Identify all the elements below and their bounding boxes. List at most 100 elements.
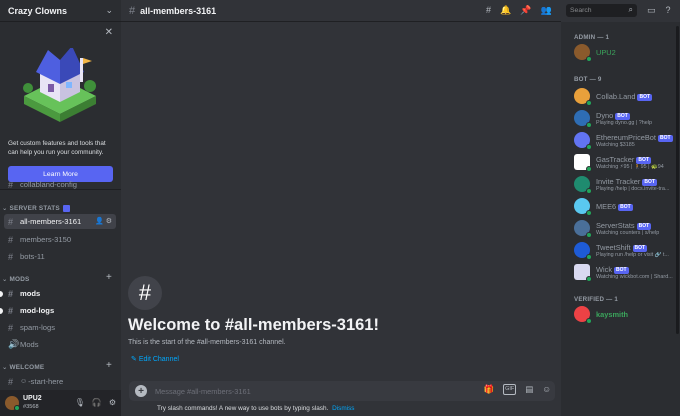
channel-label: mod-logs xyxy=(20,306,55,315)
bell-icon[interactable]: 🔔 xyxy=(500,5,511,16)
help-icon[interactable]: ? xyxy=(666,5,671,16)
category-server-stats[interactable]: ⌄ SERVER STATS xyxy=(2,202,118,214)
add-channel-icon[interactable]: + xyxy=(106,272,112,283)
channel-members-3150[interactable]: # members-3150 xyxy=(4,232,116,247)
member-gastracker[interactable]: GasTracker BOT Watching ⚡95 | 🚶95 | 🐢94 xyxy=(574,152,676,172)
user-names: UPU2 #3568 xyxy=(23,395,42,411)
role-header-admin: ADMIN — 1 xyxy=(574,34,610,41)
add-member-icon[interactable]: 👤 xyxy=(95,218,104,225)
microphone-icon[interactable]: 🎙 xyxy=(75,398,85,407)
member-name: Invite Tracker BOT xyxy=(596,177,657,186)
headphones-icon[interactable]: 🎧 xyxy=(92,398,102,407)
member-activity: Watching $3185 xyxy=(596,142,635,148)
channel-start-here[interactable]: # ☺ -start-here xyxy=(4,374,116,389)
house-illustration xyxy=(23,48,96,122)
composer-toolbar: 🎁 GIF ▤ ☺ xyxy=(484,384,551,395)
avatar xyxy=(574,154,592,172)
gear-icon[interactable]: ⚙ xyxy=(106,218,112,225)
edit-channel-link[interactable]: ✎ Edit Channel xyxy=(131,355,179,363)
gift-icon[interactable]: 🎁 xyxy=(484,384,495,395)
chart-emoji-icon xyxy=(62,204,70,212)
channel-mods[interactable]: # mods xyxy=(0,286,116,301)
online-status-icon xyxy=(586,188,592,194)
threads-icon[interactable]: # xyxy=(486,5,491,16)
online-status-icon xyxy=(586,144,592,150)
member-list: ADMIN — 1 UPU2 BOT — 9 Collab.Land BOT Dy… xyxy=(561,22,680,416)
search-icon: ⌕ xyxy=(628,5,633,14)
member-collab-land[interactable]: Collab.Land BOT xyxy=(574,86,676,106)
gear-icon[interactable]: ⚙ xyxy=(109,398,116,407)
category-label: SERVER STATS xyxy=(9,204,60,212)
channel-label: mods xyxy=(20,289,41,298)
close-icon[interactable]: ✕ xyxy=(105,27,113,38)
avatar xyxy=(574,110,592,128)
message-composer[interactable]: + Message #all-members-3161 🎁 GIF ▤ ☺ xyxy=(129,381,555,401)
community-promo-card: ✕ Get custom features and tools that can… xyxy=(0,22,121,190)
member-ethereumpricebot[interactable]: EthereumPriceBot BOT Watching $3185 xyxy=(574,130,676,150)
header-right-toolbar: ▭ ? xyxy=(647,5,671,16)
member-name: ServerStats BOT xyxy=(596,221,652,230)
role-header-bot: BOT — 9 xyxy=(574,76,602,83)
channel-mod-logs[interactable]: # mod-logs xyxy=(0,303,116,318)
dismiss-link[interactable]: Dismiss xyxy=(332,405,354,412)
online-status-icon xyxy=(586,210,592,216)
category-welcome[interactable]: ⌄ WELCOME + xyxy=(2,360,118,373)
channel-spam-logs[interactable]: # spam-logs xyxy=(4,320,116,335)
member-wick[interactable]: Wick BOT Watching wickbot.com | Shard... xyxy=(574,262,676,282)
chevron-down-icon: ⌄ xyxy=(2,276,10,283)
online-status-icon xyxy=(586,254,592,260)
user-tag: #3568 xyxy=(23,404,39,410)
hash-icon: # xyxy=(8,305,14,316)
category-label: WELCOME xyxy=(9,363,45,371)
member-upu2[interactable]: UPU2 xyxy=(574,42,676,62)
hash-icon: # xyxy=(8,376,14,387)
message-input[interactable]: Message #all-members-3161 xyxy=(155,387,251,396)
channel-bots-11[interactable]: # bots-11 xyxy=(4,249,116,264)
emoji-icon[interactable]: ☺ xyxy=(542,384,551,395)
category-mods[interactable]: ⌄ MODS + xyxy=(2,272,118,285)
member-name: GasTracker BOT xyxy=(596,155,651,164)
channel-collabland-config[interactable]: # collabland-config xyxy=(4,177,116,192)
clown-emoji-icon: ☺ xyxy=(20,378,28,385)
add-channel-icon[interactable]: + xyxy=(106,360,112,371)
search-input[interactable]: Search ⌕ xyxy=(566,4,637,17)
promo-text: Get custom features and tools that can h… xyxy=(8,140,106,156)
add-attachment-icon[interactable]: + xyxy=(135,385,147,397)
channel-hash-badge-icon: # xyxy=(128,276,162,310)
member-list-scrollbar[interactable] xyxy=(676,26,679,334)
avatar[interactable] xyxy=(5,396,20,411)
member-tweetshift[interactable]: TweetShift BOT Playing run /help or visit… xyxy=(574,240,676,260)
online-status-icon xyxy=(586,122,592,128)
pin-icon[interactable]: 📌 xyxy=(520,5,531,16)
inbox-icon[interactable]: ▭ xyxy=(647,5,656,16)
online-status-icon xyxy=(586,100,592,106)
gif-icon[interactable]: GIF xyxy=(503,384,517,395)
bot-badge: BOT xyxy=(637,94,653,101)
member-activity: Playing run /help or visit 🔗 t... xyxy=(596,252,669,258)
online-status-icon xyxy=(586,232,592,238)
bot-badge: BOT xyxy=(636,157,651,164)
avatar xyxy=(574,264,592,282)
bot-badge: BOT xyxy=(614,267,629,274)
chevron-down-icon[interactable]: ⌄ xyxy=(105,5,113,16)
member-mee6[interactable]: MEE6 BOT xyxy=(574,196,676,216)
channel-label: spam-logs xyxy=(20,323,56,332)
online-status-icon xyxy=(586,56,592,62)
sticker-icon[interactable]: ▤ xyxy=(525,384,533,395)
edit-channel-label: Edit Channel xyxy=(138,356,179,363)
member-name: Collab.Land BOT xyxy=(596,92,653,101)
voice-channel-mods[interactable]: 🔊 Mods xyxy=(4,337,116,352)
member-dyno[interactable]: Dyno BOT Playing dyno.gg | ?help xyxy=(574,108,676,128)
member-activity: Watching counters | s/help xyxy=(596,230,660,236)
member-invite-tracker[interactable]: Invite Tracker BOT Playing /help | docs.i… xyxy=(574,174,676,194)
avatar xyxy=(574,88,592,106)
chevron-down-icon: ⌄ xyxy=(2,364,10,371)
member-list-icon[interactable]: 👥 xyxy=(540,5,551,16)
guild-header[interactable]: Crazy Clowns ⌄ xyxy=(0,0,121,22)
online-status-icon xyxy=(586,276,592,282)
channel-all-members-3161[interactable]: # all-members-3161 👤 ⚙ xyxy=(4,214,116,229)
member-serverstats[interactable]: ServerStats BOT Watching counters | s/hel… xyxy=(574,218,676,238)
online-status-icon xyxy=(586,166,592,172)
guild-name: Crazy Clowns xyxy=(8,5,68,16)
member-kaysmith[interactable]: kaysmith xyxy=(574,304,676,324)
